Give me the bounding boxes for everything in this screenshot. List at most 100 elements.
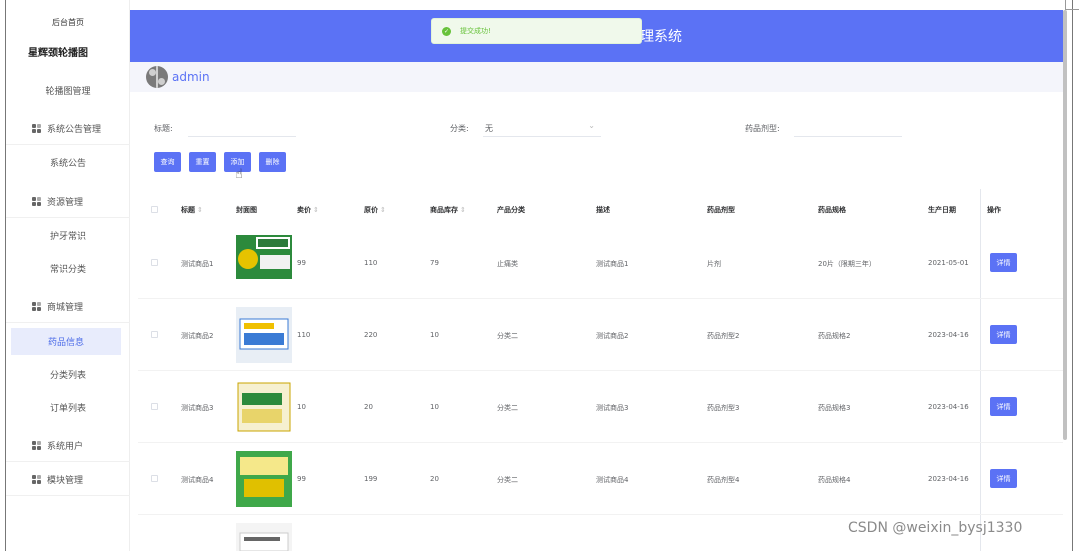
cell-date: 2023-04-16 bbox=[928, 475, 969, 483]
sidebar-logo-text: 星辉颈轮播图 bbox=[28, 48, 88, 59]
cell-description: 测试商品1 bbox=[596, 260, 629, 268]
menu-group-icon bbox=[32, 123, 41, 133]
col-action: 操作 bbox=[987, 206, 1001, 214]
cell-price: 99 bbox=[297, 259, 306, 267]
product-cover-image bbox=[236, 307, 292, 363]
check-circle-icon: ✓ bbox=[442, 26, 451, 36]
user-bar: admin bbox=[130, 62, 1063, 92]
menu-group-icon bbox=[32, 196, 41, 206]
sidebar-item-order-list[interactable]: 订单列表 bbox=[6, 391, 130, 424]
category-select-value: 无 bbox=[485, 124, 493, 133]
col-title[interactable]: 标题 ⇕ bbox=[181, 205, 203, 215]
table-row: 测试商品4 99 199 20 分类二 测试商品4 药品剂型4 药品规格4 20… bbox=[138, 443, 1063, 515]
watermark-text: CSDN @weixin_bysj1330 bbox=[848, 520, 1023, 536]
table-row: 测试商品3 10 20 10 分类二 测试商品3 药品剂型3 药品规格3 202… bbox=[138, 371, 1063, 443]
col-stock[interactable]: 商品库存 ⇕ bbox=[430, 205, 466, 215]
table-header: 标题 ⇕ 封面图 卖价 ⇕ 原价 ⇕ 商品库存 ⇕ 产品分类 描述 药品剂型 药品规格 … bbox=[138, 200, 1063, 220]
table-row: 测试商品2 110 220 10 分类二 测试商品2 药品剂型2 药品规格2 2… bbox=[138, 299, 1063, 371]
cell-spec: 20片（限期三年） bbox=[818, 260, 876, 268]
sidebar-group-resource[interactable]: 资源管理 bbox=[6, 185, 130, 218]
query-button[interactable]: 查询 bbox=[154, 152, 181, 172]
category-select[interactable]: 无 ⌄ bbox=[483, 119, 601, 137]
cell-price: 10 bbox=[297, 403, 306, 411]
sidebar-group-users[interactable]: 系统用户 bbox=[6, 429, 130, 462]
row-checkbox[interactable] bbox=[151, 403, 158, 410]
sidebar-item-drug-info[interactable]: 药品信息 bbox=[11, 328, 121, 355]
row-checkbox[interactable] bbox=[151, 259, 158, 266]
cell-dosage: 药品剂型3 bbox=[707, 404, 740, 412]
sidebar-group-label: 商城管理 bbox=[47, 302, 84, 313]
title-filter-input[interactable] bbox=[188, 119, 296, 137]
sidebar-item-dental-tips[interactable]: 护牙常识 bbox=[6, 219, 130, 252]
sidebar-group-notice[interactable]: 系统公告管理 bbox=[6, 112, 130, 145]
cell-original-price: 220 bbox=[364, 331, 378, 339]
cell-date: 2023-04-16 bbox=[928, 403, 969, 411]
sidebar-item-label: 常识分类 bbox=[49, 265, 86, 275]
sidebar-item-label: 药品信息 bbox=[47, 338, 84, 348]
cell-category: 止痛类 bbox=[497, 260, 518, 268]
sidebar-item-tip-category[interactable]: 常识分类 bbox=[6, 252, 130, 285]
sidebar-group-mall[interactable]: 商城管理 bbox=[6, 290, 130, 323]
cell-spec: 药品规格3 bbox=[818, 404, 851, 412]
sidebar-group-label: 模块管理 bbox=[47, 475, 84, 486]
sidebar-item-carousel-manage[interactable]: 轮播图管理 bbox=[6, 74, 130, 107]
title-filter-label: 标题: bbox=[154, 124, 173, 133]
cell-title: 测试商品2 bbox=[181, 332, 214, 340]
cell-dosage: 药品剂型4 bbox=[707, 476, 740, 484]
col-category: 产品分类 bbox=[497, 206, 525, 214]
table-row: 测试商品1 99 110 79 止痛类 测试商品1 片剂 20片（限期三年） 2… bbox=[138, 227, 1063, 299]
delete-button[interactable]: 删除 bbox=[259, 152, 286, 172]
menu-group-icon bbox=[32, 301, 41, 311]
cell-price: 110 bbox=[297, 331, 311, 339]
detail-button[interactable]: 详情 bbox=[990, 397, 1017, 416]
sidebar-home-link[interactable]: 后台首页 bbox=[6, 17, 130, 28]
col-spec: 药品规格 bbox=[818, 206, 846, 214]
menu-group-icon bbox=[32, 440, 41, 450]
product-cover-image bbox=[236, 235, 292, 291]
detail-button[interactable]: 详情 bbox=[990, 253, 1017, 272]
col-price[interactable]: 卖价 ⇕ bbox=[297, 205, 319, 215]
cell-category: 分类二 bbox=[497, 332, 518, 340]
toast-message: 提交成功! bbox=[460, 27, 491, 35]
sidebar-item-category-list[interactable]: 分类列表 bbox=[6, 358, 130, 391]
cell-description: 测试商品2 bbox=[596, 332, 629, 340]
cell-stock: 20 bbox=[430, 475, 439, 483]
dosage-filter-label: 药品剂型: bbox=[745, 124, 780, 133]
sidebar-item-label: 分类列表 bbox=[49, 371, 86, 381]
cell-spec: 药品规格4 bbox=[818, 476, 851, 484]
col-description: 描述 bbox=[596, 206, 610, 214]
cell-spec: 药品规格2 bbox=[818, 332, 851, 340]
col-cover: 封面图 bbox=[236, 206, 257, 214]
app-root: 后台首页 星辉颈轮播图 轮播图管理 系统公告管理 系统公告 资源管理 护牙常识 … bbox=[0, 0, 1079, 551]
dosage-filter-input[interactable] bbox=[794, 119, 902, 137]
username[interactable]: admin bbox=[172, 70, 210, 84]
sidebar-item-label: 系统公告 bbox=[49, 159, 86, 169]
sidebar-item-label: 订单列表 bbox=[49, 404, 86, 414]
row-checkbox[interactable] bbox=[151, 331, 158, 338]
menu-group-icon bbox=[32, 474, 41, 484]
col-dosage: 药品剂型 bbox=[707, 206, 735, 214]
vertical-scrollbar[interactable] bbox=[1063, 10, 1067, 440]
cell-description: 测试商品4 bbox=[596, 476, 629, 484]
select-all-checkbox[interactable] bbox=[151, 206, 158, 213]
row-checkbox[interactable] bbox=[151, 475, 158, 482]
col-date: 生产日期 bbox=[928, 206, 956, 214]
success-toast: ✓ 提交成功! bbox=[431, 18, 642, 44]
cell-dosage: 片剂 bbox=[707, 260, 721, 268]
cell-category: 分类二 bbox=[497, 404, 518, 412]
window-border-right bbox=[1072, 0, 1073, 551]
system-title: 理系统 bbox=[640, 29, 682, 45]
sidebar-item-notice[interactable]: 系统公告 bbox=[6, 146, 130, 179]
sidebar-group-modules[interactable]: 模块管理 bbox=[6, 463, 130, 496]
sidebar-group-label: 系统公告管理 bbox=[47, 124, 102, 135]
detail-button[interactable]: 详情 bbox=[990, 325, 1017, 344]
reset-button[interactable]: 重置 bbox=[189, 152, 216, 172]
cell-stock: 79 bbox=[430, 259, 439, 267]
col-original-price[interactable]: 原价 ⇕ bbox=[364, 205, 386, 215]
avatar[interactable] bbox=[146, 66, 168, 88]
cell-date: 2023-04-16 bbox=[928, 331, 969, 339]
chevron-down-icon: ⌄ bbox=[588, 121, 595, 130]
detail-button[interactable]: 详情 bbox=[990, 469, 1017, 488]
product-cover-image bbox=[236, 523, 292, 551]
sidebar-group-label: 系统用户 bbox=[47, 441, 84, 452]
